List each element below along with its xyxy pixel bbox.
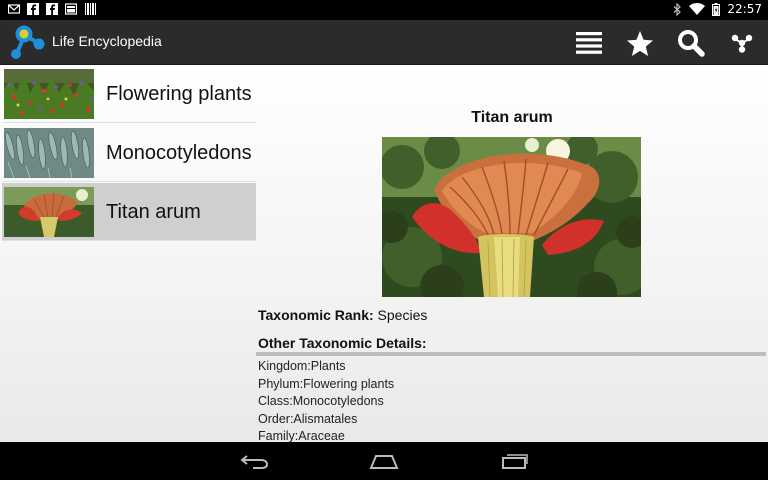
taxonomy-phylum: Phylum:Flowering plants: [258, 376, 395, 391]
list-item-label: Flowering plants: [106, 82, 252, 105]
battery-icon: [712, 2, 721, 16]
list-item-label: Monocotyledons: [106, 141, 252, 164]
home-icon: [369, 455, 399, 469]
taxonomic-rank-label: Taxonomic Rank:: [258, 307, 374, 323]
species-title: Titan arum: [471, 109, 553, 126]
recent-apps-icon: [502, 454, 528, 469]
back-icon: [240, 455, 269, 469]
action-bar: Life Encyclopedia: [0, 20, 768, 65]
bluetooth-icon: [674, 2, 682, 16]
flowering-plants-thumbnail: [4, 69, 94, 119]
recent-apps-button[interactable]: [497, 450, 531, 472]
star-icon: [627, 30, 653, 56]
list-view-button[interactable]: [572, 26, 606, 60]
gmail-icon: [8, 4, 20, 14]
list-item-monocotyledons[interactable]: Monocotyledons: [2, 124, 256, 182]
app-title: Life Encyclopedia: [52, 33, 162, 49]
taxonomy-class: Class:Monocotyledons: [258, 394, 384, 408]
taxonomy-tree-button[interactable]: [725, 26, 759, 60]
titan-arum-thumbnail: [4, 187, 94, 237]
tree-icon: [731, 34, 753, 53]
list-item-label: Titan arum: [106, 200, 201, 223]
back-button[interactable]: [237, 450, 271, 472]
taxonomy-kingdom: Kingdom:Plants: [258, 359, 346, 373]
taxonomic-rank-value: Species: [377, 307, 428, 323]
home-button[interactable]: [367, 450, 401, 472]
search-icon: [678, 30, 705, 57]
species-detail: Titan arum Taxonomic Rank: Species Other…: [256, 65, 768, 442]
list-icon: [576, 32, 602, 54]
clock: 22:57: [727, 2, 762, 16]
other-details-heading: Other Taxonomic Details:: [258, 335, 427, 351]
system-icons: 22:57: [672, 2, 762, 16]
list-item-flowering-plants[interactable]: Flowering plants: [2, 65, 256, 123]
favorites-button[interactable]: [623, 26, 657, 60]
status-bar: 22:57: [0, 0, 768, 20]
section-divider: [256, 352, 766, 356]
species-list: Flowering plants Monocotyledons Titan ar…: [0, 65, 256, 442]
search-button[interactable]: [674, 26, 708, 60]
facebook-icon: [46, 3, 58, 15]
wifi-icon: [689, 3, 706, 15]
monocotyledons-thumbnail: [4, 128, 94, 178]
notification-icons: [8, 3, 96, 15]
species-photo[interactable]: [382, 137, 641, 297]
taxonomy-order: Order:Alismatales: [258, 411, 358, 426]
navigation-bar: [0, 442, 768, 480]
gallery-icon: [65, 3, 77, 15]
facebook-icon: [27, 3, 39, 15]
taxonomic-rank: Taxonomic Rank: Species: [258, 307, 427, 323]
content-area: Flowering plants Monocotyledons Titan ar…: [0, 65, 768, 442]
taxonomy-family: Family:Araceae: [258, 429, 345, 442]
list-item-titan-arum[interactable]: Titan arum: [2, 183, 256, 241]
app-logo-icon[interactable]: [8, 23, 48, 61]
taxonomy-details: Kingdom:Plants Phylum:Flowering plants C…: [258, 358, 394, 442]
barcode-icon: [85, 3, 96, 15]
